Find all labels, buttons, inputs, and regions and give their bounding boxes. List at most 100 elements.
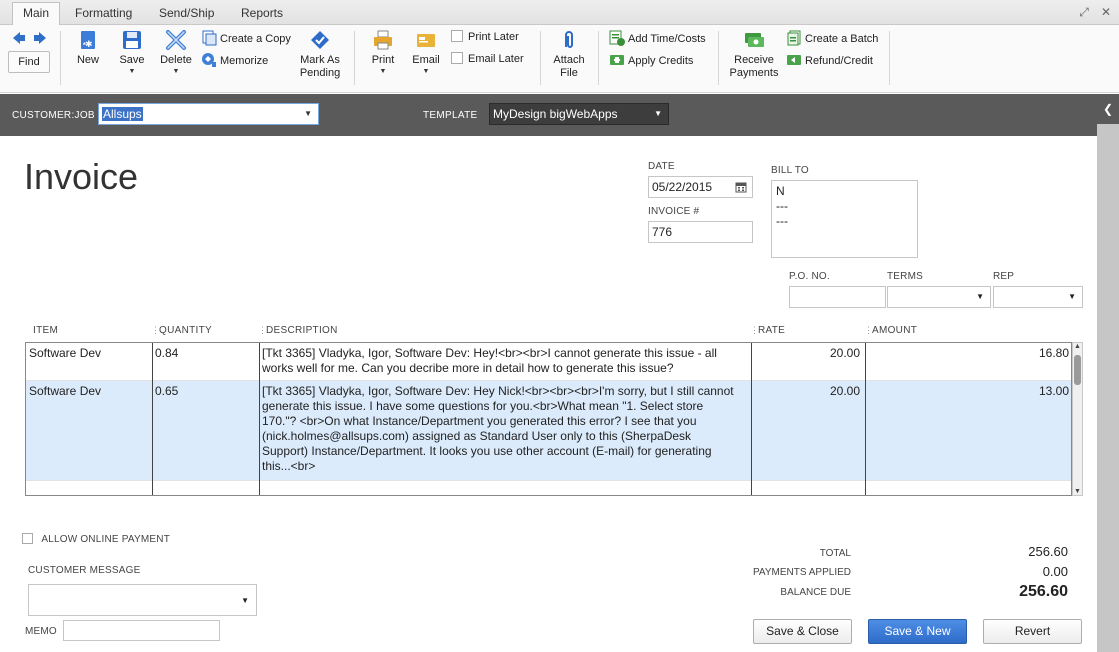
table-row[interactable]: [26, 480, 1071, 495]
amount-cell[interactable]: 13.00: [867, 384, 1069, 399]
sidebar-toggle-icon[interactable]: ❮: [1097, 94, 1119, 124]
apply-credits-button[interactable]: Apply Credits: [609, 52, 693, 70]
column-header-amount[interactable]: AMOUNT: [872, 325, 917, 341]
column-header-rate[interactable]: RATE: [758, 325, 785, 341]
memo-field[interactable]: [63, 620, 220, 641]
customer-job-label: CUSTOMER:JOB: [12, 110, 95, 121]
allow-online-payment-check[interactable]: [22, 533, 33, 544]
add-time-icon: [609, 30, 625, 46]
amount-cell[interactable]: 16.80: [867, 346, 1069, 361]
previous-arrow-icon[interactable]: [12, 31, 26, 45]
create-batch-button[interactable]: Create a Batch: [786, 30, 878, 48]
bill-to-field[interactable]: N --- ---: [771, 180, 918, 258]
close-icon[interactable]: ✕: [1098, 4, 1114, 20]
chevron-down-icon: ▼: [379, 68, 387, 75]
svg-text:✱: ✱: [85, 40, 93, 50]
tab-reports[interactable]: Reports: [231, 3, 293, 25]
quantity-cell[interactable]: 0.65: [155, 384, 178, 399]
column-header-quantity[interactable]: QUANTITY: [159, 325, 212, 341]
payments-applied-label: PAYMENTS APPLIED: [753, 567, 851, 578]
create-batch-icon: [787, 30, 801, 46]
rep-dropdown[interactable]: ▼: [993, 286, 1083, 308]
memorize-button[interactable]: Memorize: [201, 52, 268, 70]
item-cell[interactable]: Software Dev: [29, 346, 101, 361]
template-label: TEMPLATE: [423, 110, 478, 121]
invoice-number-field[interactable]: 776: [648, 221, 753, 243]
terms-dropdown[interactable]: ▼: [887, 286, 991, 308]
column-header-description[interactable]: DESCRIPTION: [266, 325, 338, 341]
receive-payments-icon: [745, 33, 764, 47]
customer-job-dropdown[interactable]: Allsups ▼: [98, 103, 319, 125]
description-cell[interactable]: [Tkt 3365] Vladyka, Igor, Software Dev: …: [262, 384, 752, 474]
memorize-icon: [202, 53, 216, 67]
chevron-down-icon: ▼: [304, 109, 312, 118]
mark-as-pending-button[interactable]: Mark As Pending: [296, 29, 344, 80]
refund-credit-icon: [787, 55, 801, 65]
template-dropdown[interactable]: MyDesign bigWebApps ▼: [489, 103, 669, 125]
save-button[interactable]: Save ▼: [116, 29, 148, 75]
print-later-checkbox[interactable]: Print Later: [451, 28, 519, 46]
tab-send-ship[interactable]: Send/Ship: [149, 3, 224, 25]
payments-applied-value: 0.00: [1042, 564, 1068, 579]
email-envelope-icon: [417, 34, 435, 47]
date-label: DATE: [648, 161, 675, 172]
bill-to-label: BILL TO: [771, 165, 809, 176]
terms-label: TERMS: [887, 271, 923, 282]
balance-due-value: 256.60: [1019, 583, 1068, 600]
refund-credit-button[interactable]: Refund/Credit: [786, 52, 873, 70]
email-later-checkbox[interactable]: Email Later: [451, 50, 524, 68]
scrollbar-thumb[interactable]: [1074, 355, 1081, 385]
customer-job-value: Allsups: [102, 107, 143, 121]
po-number-field[interactable]: [789, 286, 886, 308]
tab-formatting[interactable]: Formatting: [65, 3, 142, 25]
save-and-close-button[interactable]: Save & Close: [753, 619, 852, 644]
column-header-item[interactable]: ITEM: [33, 325, 58, 341]
attach-file-button[interactable]: Attach File: [551, 29, 587, 80]
table-row[interactable]: Software Dev 0.84 [Tkt 3365] Vladyka, Ig…: [26, 343, 1071, 381]
invoice-number-label: INVOICE #: [648, 206, 700, 217]
scroll-up-icon[interactable]: ▲: [1073, 343, 1082, 350]
create-copy-button[interactable]: Create a Copy: [201, 30, 291, 48]
balance-due-label: BALANCE DUE: [780, 587, 851, 598]
chevron-down-icon: ▼: [172, 68, 180, 75]
receive-payments-button[interactable]: Receive Payments: [728, 29, 780, 80]
total-value: 256.60: [1028, 544, 1068, 559]
new-button[interactable]: ✱ New: [74, 29, 102, 67]
toolbar: Find ✱ New Save ▼ Delete ▼ Create a Copy…: [0, 25, 1119, 93]
rate-cell[interactable]: 20.00: [753, 384, 860, 399]
page-title: Invoice: [24, 156, 139, 197]
add-time-costs-button[interactable]: Add Time/Costs: [609, 30, 706, 48]
customer-message-dropdown[interactable]: ▼: [28, 584, 257, 616]
print-button[interactable]: Print ▼: [369, 29, 397, 75]
expand-icon[interactable]: ⤢: [1076, 4, 1092, 20]
revert-button[interactable]: Revert: [983, 619, 1082, 644]
chevron-down-icon: ▼: [1068, 292, 1076, 301]
scroll-down-icon[interactable]: ▼: [1073, 488, 1082, 495]
printer-icon: [374, 30, 392, 50]
customer-bar: CUSTOMER:JOB Allsups ▼ TEMPLATE MyDesign…: [0, 94, 1097, 136]
new-document-icon: ✱: [81, 31, 95, 50]
calendar-icon[interactable]: [735, 181, 747, 193]
ribbon-tab-bar: Main Formatting Send/Ship Reports ⤢ ✕: [0, 0, 1119, 26]
save-and-new-button[interactable]: Save & New: [868, 619, 967, 644]
find-button[interactable]: Find: [8, 51, 50, 73]
description-cell[interactable]: [Tkt 3365] Vladyka, Igor, Software Dev: …: [262, 346, 752, 376]
table-scrollbar[interactable]: ▲ ▼: [1072, 342, 1083, 496]
print-later-check[interactable]: [451, 30, 463, 42]
item-cell[interactable]: Software Dev: [29, 384, 101, 399]
chevron-down-icon: ▼: [241, 596, 249, 605]
delete-x-icon: [166, 30, 186, 50]
tab-main[interactable]: Main: [12, 2, 61, 26]
delete-button[interactable]: Delete ▼: [158, 29, 194, 75]
email-button[interactable]: Email ▼: [410, 29, 442, 75]
date-field[interactable]: 05/22/2015: [648, 176, 753, 198]
rep-label: REP: [993, 271, 1015, 282]
next-arrow-icon[interactable]: [33, 31, 47, 45]
allow-online-payment-checkbox[interactable]: ALLOW ONLINE PAYMENT: [22, 531, 170, 545]
copy-icon: [202, 30, 217, 46]
quantity-cell[interactable]: 0.84: [155, 346, 178, 361]
email-later-check[interactable]: [451, 52, 463, 64]
customer-message-label: CUSTOMER MESSAGE: [28, 565, 141, 576]
table-row[interactable]: Software Dev 0.65 [Tkt 3365] Vladyka, Ig…: [26, 381, 1071, 480]
rate-cell[interactable]: 20.00: [753, 346, 860, 361]
